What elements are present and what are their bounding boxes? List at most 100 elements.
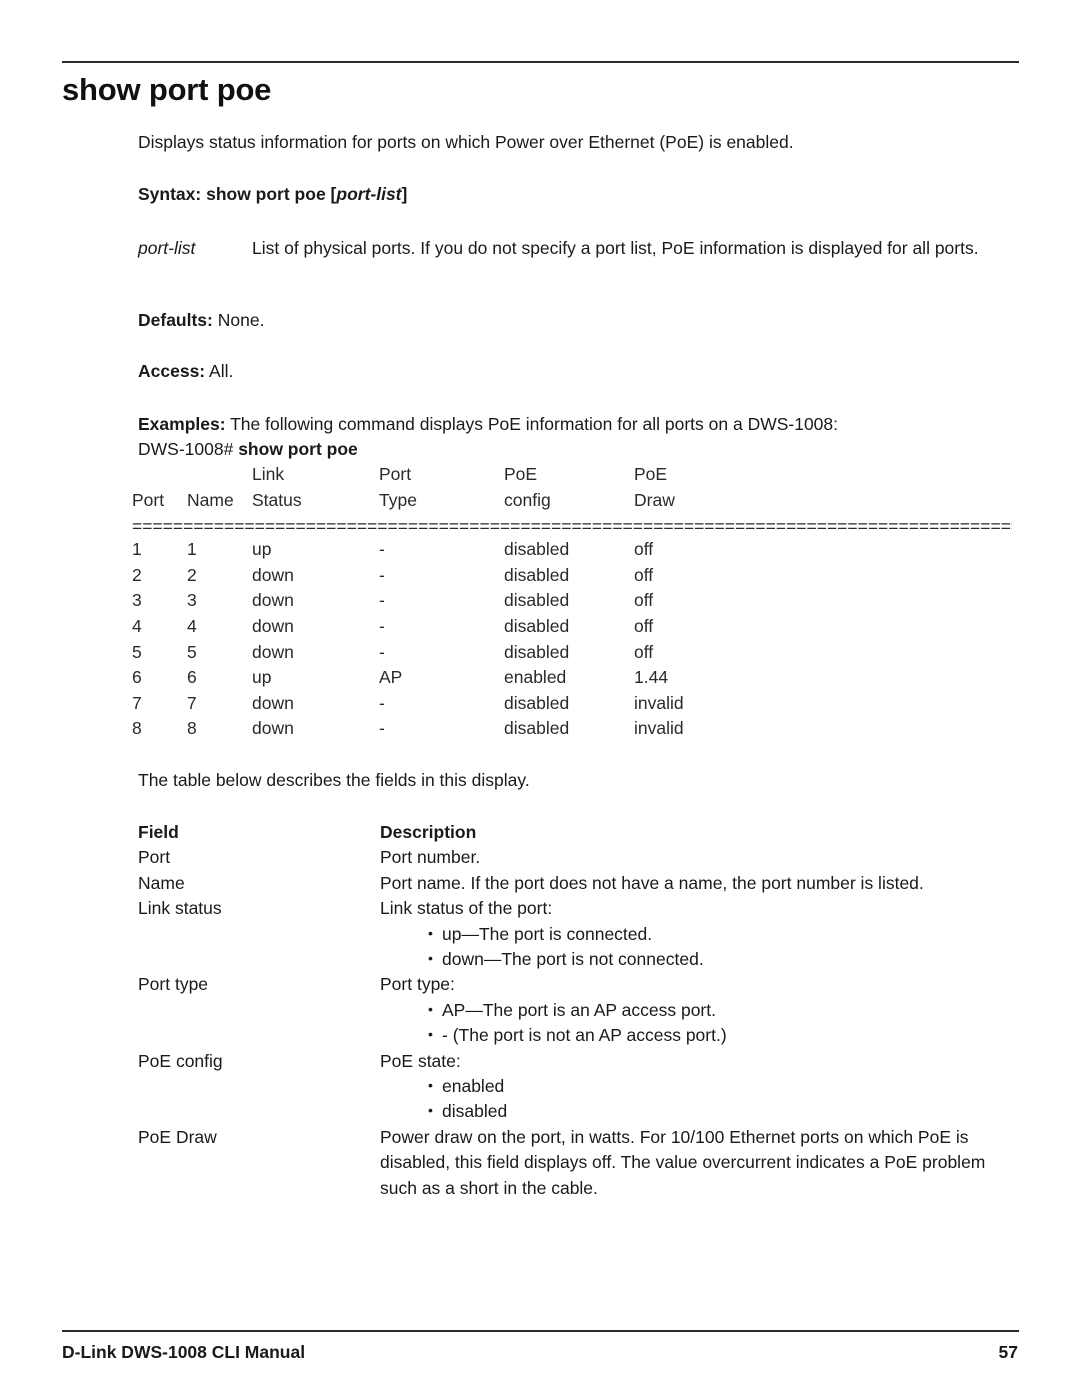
field-description: Port type:AP—The port is an AP access po…	[380, 972, 1020, 1048]
cli-row: 7 7 down - disabled invalid	[132, 691, 1022, 717]
cli-cell-link: down	[252, 615, 294, 636]
defaults-line: Defaults: None.	[138, 308, 1018, 333]
cli-cell-type: -	[379, 564, 385, 585]
cli-cell-config: disabled	[504, 692, 570, 713]
cli-cell-link: down	[252, 692, 294, 713]
cli-cell-link: down	[252, 718, 294, 739]
cli-row: 8 8 down - disabled invalid	[132, 716, 1022, 742]
cli-cell-name: 3	[187, 590, 197, 611]
field-description-bullet: - (The port is not an AP access port.)	[380, 1022, 1020, 1048]
cli-cell-type: -	[379, 641, 385, 662]
cli-cell-type: AP	[379, 667, 403, 688]
defaults-label: Defaults:	[138, 310, 213, 330]
field-table-row: PoE Draw Power draw on the port, in watts…	[138, 1125, 1028, 1201]
cli-cell-type: -	[379, 590, 385, 611]
cli-row: 5 5 down - disabled off	[132, 640, 1022, 666]
intro-paragraph: Displays status information for ports on…	[138, 132, 794, 152]
field-name: PoE Draw	[138, 1126, 217, 1147]
field-name: PoE config	[138, 1050, 223, 1071]
cli-header2-port: Port	[132, 489, 165, 510]
field-table-row: Name Port name. If the port does not have…	[138, 871, 1028, 896]
cli-row: 2 2 down - disabled off	[132, 563, 1022, 589]
field-description: PoE state:enableddisabled	[380, 1049, 1020, 1125]
cli-cell-config: disabled	[504, 590, 570, 611]
header-rule	[62, 61, 1019, 63]
field-description-text: Port name. If the port does not have a n…	[380, 872, 924, 893]
field-description: Link status of the port:up—The port is c…	[380, 896, 1020, 972]
cli-header-row-2: Port Name Status Type config Draw	[132, 488, 1022, 514]
parameter-description: List of physical ports. If you do not sp…	[252, 238, 979, 258]
syntax-command: show port poe	[206, 184, 326, 204]
field-description-table: Field Description Port Port number. Name Po…	[138, 820, 1028, 1201]
cli-prompt-line: DWS-1008# show port poe	[138, 437, 358, 462]
field-description-bullets: AP—The port is an AP access port.- (The …	[380, 997, 1020, 1049]
syntax-close-bracket: ]	[401, 184, 408, 204]
cli-cell-type: -	[379, 539, 385, 560]
cli-cell-link: up	[252, 667, 272, 688]
cli-cell-config: disabled	[504, 615, 570, 636]
cli-cell-draw: off	[634, 590, 654, 611]
field-description-text: PoE state:	[380, 1050, 461, 1071]
examples-label: Examples:	[138, 414, 226, 434]
cli-cell-type: -	[379, 718, 385, 739]
field-table-intro: The table below describes the fields in …	[138, 770, 530, 790]
cli-cell-type: -	[379, 615, 385, 636]
cli-cell-port: 8	[132, 718, 142, 739]
field-table-body: Port Port number. Name Port name. If the po…	[138, 845, 1028, 1201]
cli-header1-draw: PoE	[634, 464, 668, 484]
cli-cell-config: disabled	[504, 539, 570, 560]
cli-header1-type: Port	[379, 464, 412, 484]
cli-cell-name: 1	[187, 539, 197, 560]
cli-cell-port: 7	[132, 692, 142, 713]
syntax-label: Syntax:	[138, 184, 202, 204]
cli-cell-port: 6	[132, 667, 142, 688]
cli-header1-config: PoE	[504, 464, 538, 484]
field-table-header-row: Field Description	[138, 820, 1028, 845]
cli-cell-link: up	[252, 539, 272, 560]
footer-rule	[62, 1330, 1019, 1332]
field-name: Link status	[138, 898, 222, 919]
cli-cell-config: disabled	[504, 641, 570, 662]
cli-cell-port: 5	[132, 641, 142, 662]
field-name: Name	[138, 872, 185, 893]
cli-header1-link: Link	[252, 464, 285, 484]
cli-cell-name: 4	[187, 615, 197, 636]
cli-row: 6 6 up AP enabled 1.44	[132, 665, 1022, 691]
cli-cell-name: 8	[187, 718, 197, 739]
field-description: Port number.	[380, 845, 1020, 870]
field-description-text: Power draw on the port, in watts. For 10…	[380, 1126, 986, 1198]
cli-command: show port poe	[238, 439, 358, 459]
field-description-bullet: disabled	[380, 1098, 1020, 1124]
field-table-row: Port Port number.	[138, 845, 1028, 870]
cli-separator-text: ========================================…	[132, 516, 1012, 537]
cli-cell-draw: invalid	[634, 692, 684, 713]
field-description-text: Port number.	[380, 847, 481, 868]
field-table-header-description: Description	[380, 822, 477, 842]
access-label: Access:	[138, 361, 206, 381]
examples-line: Examples: The following command displays…	[138, 412, 1028, 437]
cli-header-row-1: Link Port PoE PoE	[132, 462, 1022, 488]
cli-cell-name: 7	[187, 692, 197, 713]
field-name: Port type	[138, 974, 209, 995]
field-name: Port	[138, 847, 171, 868]
cli-cell-draw: off	[634, 641, 654, 662]
cli-header2-name: Name	[187, 489, 234, 510]
cli-row: 4 4 down - disabled off	[132, 614, 1022, 640]
manual-page: show port poe Displays status informatio…	[0, 0, 1080, 1397]
cli-cell-link: down	[252, 590, 294, 611]
parameter-definition: port-list List of physical ports. If you…	[138, 236, 1028, 261]
cli-header2-draw: Draw	[634, 489, 675, 510]
cli-cell-draw: off	[634, 539, 654, 560]
cli-row: 1 1 up - disabled off	[132, 537, 1022, 563]
cli-cell-port: 1	[132, 539, 142, 560]
field-table-row: PoE config PoE state:enableddisabled	[138, 1049, 1028, 1125]
field-description-bullets: up—The port is connected.down—The port i…	[380, 921, 1020, 973]
access-line: Access: All.	[138, 359, 1018, 384]
examples-text: The following command displays PoE infor…	[230, 414, 839, 434]
cli-header2-link: Status	[252, 489, 302, 510]
cli-cell-draw: invalid	[634, 718, 684, 739]
cli-cell-name: 5	[187, 641, 197, 662]
cli-cell-port: 3	[132, 590, 142, 611]
cli-separator: ========================================…	[132, 514, 1022, 536]
field-description-bullet: down—The port is not connected.	[380, 946, 1020, 972]
